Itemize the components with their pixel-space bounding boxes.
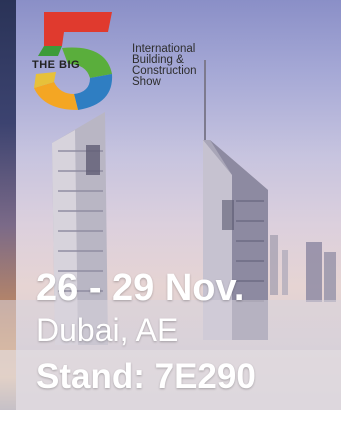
event-location: Dubai, AE: [36, 312, 179, 348]
event-stand: Stand: 7E290: [36, 357, 256, 396]
promo-banner: THE BIG International Building & Constru…: [0, 0, 358, 421]
tagline-line-4: Show: [132, 76, 161, 88]
event-dates: 26 - 29 Nov.: [36, 267, 245, 309]
logo-green-segment: [38, 46, 62, 56]
logo-red-segment: [44, 12, 112, 46]
right-margin: [341, 0, 358, 421]
logo-blue-segment: [74, 74, 113, 110]
logo-the-big-label: THE BIG: [32, 59, 81, 71]
banner-photo: THE BIG International Building & Constru…: [0, 0, 341, 410]
logo-tagline: International Building & Construction Sh…: [132, 43, 197, 88]
logo-orange-segment: [34, 82, 78, 110]
